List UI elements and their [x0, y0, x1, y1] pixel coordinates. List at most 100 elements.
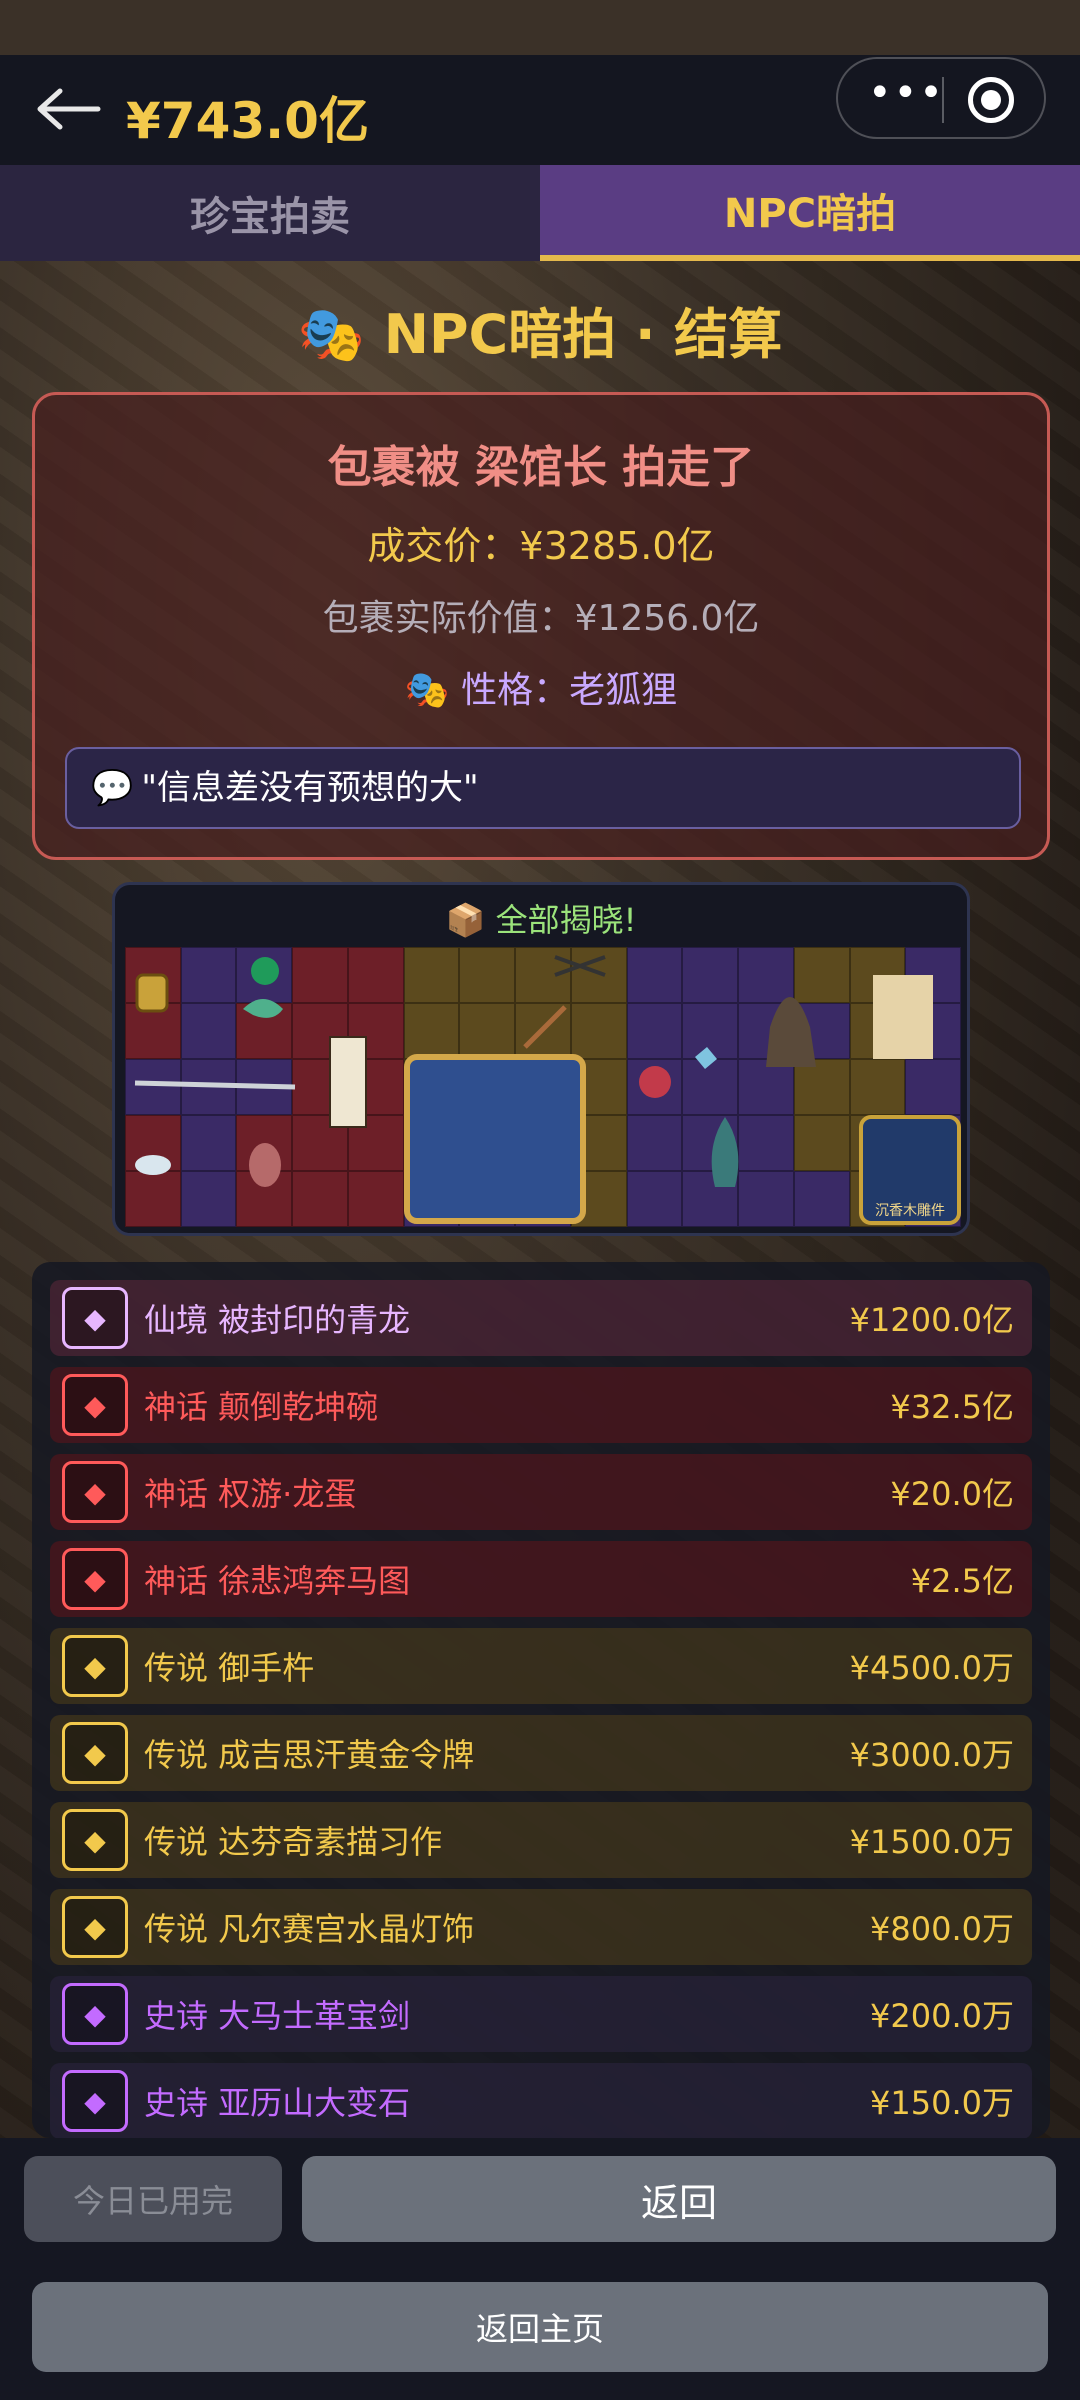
- grid-cell: [626, 947, 683, 1003]
- package-icon: 📦: [445, 901, 486, 939]
- speech-bubble-icon: 💬: [91, 768, 134, 808]
- item-name: 传说 成吉思汗黄金令牌: [144, 1736, 475, 1774]
- grid-cell: [793, 1115, 850, 1171]
- result-card: 包裹被 梁馆长 拍走了 成交价：¥3285.0亿 包裹实际价值：¥1256.0亿…: [32, 392, 1050, 860]
- grid-cell: [570, 1171, 627, 1227]
- grid-cell: [292, 1115, 348, 1171]
- item-thumbnail-icon: ◆: [62, 1635, 128, 1697]
- grid-cell: [403, 1171, 460, 1227]
- item-price: ¥20.0亿: [890, 1475, 1014, 1513]
- item-name: 传说 达芬奇素描习作: [144, 1823, 443, 1861]
- item-price: ¥150.0万: [870, 2084, 1014, 2122]
- grid-cell: [793, 1171, 850, 1227]
- grid-cell: [738, 947, 794, 1003]
- miniprogram-capsule: •••: [836, 57, 1046, 139]
- grid-cell: [738, 1003, 794, 1059]
- grid-cell: [403, 1003, 460, 1059]
- grid-cell: [236, 1171, 293, 1227]
- item-row[interactable]: ◆ 史诗 亚历山大变石 ¥150.0万: [50, 2063, 1032, 2138]
- item-row[interactable]: ◆ 神话 徐悲鸿奔马图 ¥2.5亿: [50, 1541, 1032, 1617]
- item-price: ¥32.5亿: [890, 1388, 1014, 1426]
- item-thumbnail-icon: ◆: [62, 2070, 128, 2132]
- grid-cell: [125, 1003, 181, 1059]
- actual-value: 包裹实际价值：¥1256.0亿: [322, 598, 760, 639]
- grid-cell: [793, 1059, 850, 1115]
- grid-cell: [459, 947, 516, 1003]
- item-row[interactable]: ◆ 史诗 大马士革宝剑 ¥200.0万: [50, 1976, 1032, 2052]
- grid-cell: [125, 1059, 181, 1115]
- grid-cell: [738, 1115, 794, 1171]
- grid-cell: [682, 1059, 739, 1115]
- capsule-divider: [942, 77, 944, 123]
- home-button[interactable]: 返回主页: [32, 2282, 1048, 2372]
- grid-cell: [793, 947, 850, 1003]
- item-row[interactable]: ◆ 神话 权游·龙蛋 ¥20.0亿: [50, 1454, 1032, 1530]
- grid-cell: [849, 1171, 906, 1227]
- tab-npc-blind-auction[interactable]: NPC暗拍: [540, 165, 1080, 261]
- item-price: ¥1500.0万: [849, 1823, 1014, 1861]
- winner-headline: 包裹被 梁馆长 拍走了: [327, 442, 755, 493]
- personality-text: 性格：老狐狸: [461, 670, 678, 711]
- more-icon[interactable]: •••: [868, 73, 943, 113]
- grid-cell: [570, 1003, 627, 1059]
- item-price: ¥3000.0万: [849, 1736, 1014, 1774]
- back-button[interactable]: 返回: [302, 2156, 1056, 2242]
- grid-cell: [403, 1115, 460, 1171]
- item-name: 传说 凡尔赛宫水晶灯饰: [144, 1910, 475, 1948]
- item-row[interactable]: ◆ 传说 达芬奇素描习作 ¥1500.0万: [50, 1802, 1032, 1878]
- grid-cell: [626, 1003, 683, 1059]
- item-name: 神话 徐悲鸿奔马图: [144, 1562, 411, 1600]
- grid-cell: [626, 1115, 683, 1171]
- item-thumbnail-icon: ◆: [62, 1461, 128, 1523]
- grid-cell: [570, 947, 627, 1003]
- reveal-title: 📦 全部揭晓!: [115, 895, 967, 941]
- reveal-title-text: 全部揭晓!: [495, 901, 637, 939]
- theater-mask-icon: 🎭: [404, 670, 450, 711]
- balance-text: ¥743.0亿: [126, 92, 369, 150]
- item-row[interactable]: ◆ 传说 成吉思汗黄金令牌 ¥3000.0万: [50, 1715, 1032, 1791]
- grid-cell: [682, 1115, 739, 1171]
- item-row[interactable]: ◆ 传说 御手杵 ¥4500.0万: [50, 1628, 1032, 1704]
- grid-cell: [849, 1115, 906, 1171]
- item-price: ¥4500.0万: [849, 1649, 1014, 1687]
- grid-cell: [682, 1003, 739, 1059]
- grid-cell: [180, 1059, 237, 1115]
- item-grid: [125, 947, 961, 1227]
- grid-cell: [570, 1115, 627, 1171]
- page-title: 🎭 NPC暗拍 · 结算: [0, 290, 1080, 369]
- grid-cell: [738, 1059, 794, 1115]
- grid-cell: [347, 1003, 404, 1059]
- grid-cell: [236, 1115, 293, 1171]
- item-thumbnail-icon: ◆: [62, 1287, 128, 1349]
- item-name: 传说 御手杵: [144, 1649, 315, 1687]
- close-target-icon[interactable]: [968, 77, 1014, 123]
- tab-treasure-auction[interactable]: 珍宝拍卖: [0, 165, 540, 261]
- grid-cell: [626, 1171, 683, 1227]
- grid-cell: [180, 1171, 237, 1227]
- item-row[interactable]: ◆ 神话 颠倒乾坤碗 ¥32.5亿: [50, 1367, 1032, 1443]
- grid-cell: [347, 1115, 404, 1171]
- grid-cell: [125, 1171, 181, 1227]
- grid-cell: [682, 947, 739, 1003]
- item-row[interactable]: ◆ 仙境 被封印的青龙 ¥1200.0亿: [50, 1280, 1032, 1356]
- grid-cell: [849, 947, 906, 1003]
- grid-cell: [626, 1059, 683, 1115]
- item-list[interactable]: ◆ 仙境 被封印的青龙 ¥1200.0亿 ◆ 神话 颠倒乾坤碗 ¥32.5亿 ◆ 神话 权游·…: [32, 1262, 1050, 2138]
- item-row[interactable]: ◆ 传说 凡尔赛宫水晶灯饰 ¥800.0万: [50, 1889, 1032, 1965]
- grid-cell: [570, 1059, 627, 1115]
- grid-cell: [347, 947, 404, 1003]
- theater-mask-icon: 🎭: [297, 303, 365, 366]
- grid-cell: [905, 947, 961, 1003]
- grid-cell: [236, 947, 293, 1003]
- grid-cell: [236, 1059, 293, 1115]
- daily-used-button[interactable]: 今日已用完: [24, 2156, 282, 2242]
- grid-cell: [459, 1003, 516, 1059]
- grid-cell: [125, 947, 181, 1003]
- quote-text: "信息差没有预想的大": [141, 768, 479, 808]
- item-price: ¥1200.0亿: [849, 1301, 1014, 1339]
- grid-cell: [905, 1059, 961, 1115]
- grid-cell: [347, 1059, 404, 1115]
- grid-cell: [180, 947, 237, 1003]
- item-thumbnail-icon: ◆: [62, 1374, 128, 1436]
- back-arrow-icon[interactable]: [36, 85, 102, 133]
